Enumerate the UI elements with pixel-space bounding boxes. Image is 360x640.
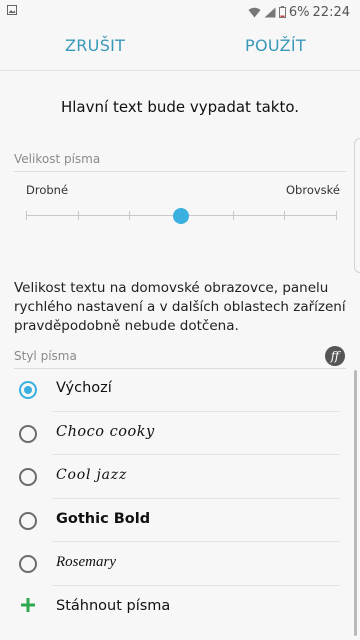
wifi-icon (248, 7, 261, 17)
font-option-label: Gothic Bold (56, 510, 151, 527)
gallery-notification-icon (7, 5, 17, 15)
font-download-icon[interactable]: ff (325, 346, 345, 366)
radio-button-rosemary[interactable] (19, 555, 37, 573)
slider-tick (336, 211, 337, 220)
cancel-button[interactable]: ZRUŠIT (65, 36, 125, 55)
apply-button[interactable]: POUŽÍT (245, 36, 306, 55)
radio-button-choco-cooky[interactable] (19, 424, 37, 443)
font-option-gothic-bold[interactable]: Gothic Bold (0, 499, 360, 542)
radio-button-default[interactable] (19, 381, 37, 399)
scrollbar[interactable] (354, 370, 357, 636)
download-fonts-item[interactable]: Stáhnout písma (0, 586, 360, 630)
slider-tick (284, 211, 286, 220)
info-text: Velikost textu na domovské obrazovce, pa… (14, 280, 346, 334)
plus-icon (21, 597, 35, 612)
slider-tick (129, 211, 131, 220)
battery-percent: 6% (288, 4, 310, 20)
slider-tick (232, 211, 234, 220)
font-size-min-label: Drobné (26, 183, 69, 197)
font-option-default[interactable]: Výchozí (0, 368, 360, 412)
font-option-label: Choco cooky (56, 423, 155, 440)
clock: 22:24 (312, 4, 350, 20)
edge-panel-handle[interactable] (354, 138, 360, 273)
download-fonts-label: Stáhnout písma (56, 597, 171, 614)
slider-thumb[interactable] (173, 208, 189, 224)
font-style-list: Výchozí Choco cooky Cool jazz Gothic Bol… (0, 368, 360, 629)
font-style-header: Styl písma (14, 349, 346, 369)
slider-tick (26, 211, 27, 220)
font-option-label: Cool jazz (56, 467, 128, 483)
signal-icon (264, 7, 276, 17)
font-option-label: Výchozí (56, 380, 112, 396)
radio-button-gothic-bold[interactable] (19, 511, 37, 530)
font-option-rosemary[interactable]: Rosemary (0, 542, 360, 586)
action-bar: ZRUŠIT POUŽÍT (0, 24, 360, 71)
radio-button-cool-jazz[interactable] (19, 468, 37, 486)
battery-icon (278, 6, 286, 18)
font-size-max-label: Obrovské (286, 183, 340, 197)
preview-text: Hlavní text bude vypadat takto. (60, 98, 300, 116)
font-option-choco-cooky[interactable]: Choco cooky (0, 412, 360, 455)
font-size-slider[interactable] (26, 208, 337, 224)
font-option-cool-jazz[interactable]: Cool jazz (0, 455, 360, 499)
status-bar: 6% 22:24 (0, 0, 360, 24)
font-option-label: Rosemary (56, 554, 116, 570)
font-size-header: Velikost písma (14, 152, 346, 172)
slider-tick (77, 211, 79, 220)
